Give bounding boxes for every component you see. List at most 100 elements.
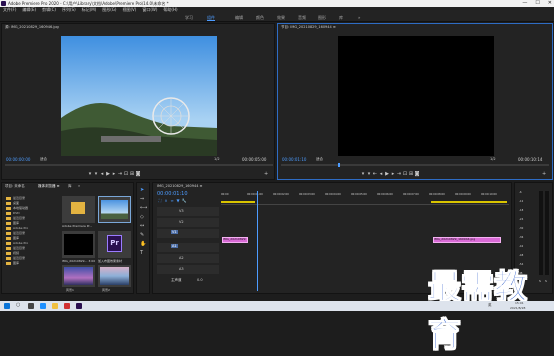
folder-icon [6,196,11,200]
program-resolution-select[interactable]: 1/2 [490,157,496,161]
media-tile[interactable] [98,265,131,287]
track-select-tool-icon[interactable]: ⇒ [140,196,144,202]
media-tile[interactable] [62,265,95,287]
meter-label: -18 [519,209,524,212]
folder-icon [6,206,11,210]
source-duration: 00:00:05:00 [242,157,267,162]
source-timeline-bar[interactable] [5,164,273,166]
workspace-more-button[interactable]: » [358,13,360,22]
source-resolution-select[interactable]: 1/2 [214,157,220,161]
track-header-v1[interactable]: V1 [157,229,219,238]
timeline-tools: ⛶ ∩ ∞ ▼ 🔧 [157,198,187,203]
tree-item[interactable]: 图库 [6,261,60,266]
timeline-timecode[interactable]: 00:00:01:10 [157,191,188,197]
track-header-v2[interactable]: V2 [157,218,219,227]
timeline-playhead[interactable] [257,191,258,291]
libraries-tab[interactable]: 库 [68,184,72,189]
clock-date[interactable]: 2021/8/28 [510,306,525,310]
video-clip[interactable]: IMG_20210829_160944.jpg [433,237,501,243]
edge-browser-icon[interactable] [40,303,46,309]
thumbnail-image [101,200,128,219]
selection-tool-icon[interactable]: ➤ [140,187,144,193]
track-header-a3[interactable]: A3 [157,265,219,274]
export-frame-icon[interactable]: ◙ [414,171,420,177]
timeline-settings-icon[interactable]: 🔧 [181,198,187,203]
clock-time[interactable]: 15:01 [515,301,524,305]
media-tile-label: 加入布图效果素材 [98,259,123,263]
media-tile[interactable] [62,196,95,223]
meter-label: -6 [519,191,522,194]
minimize-button[interactable]: — [522,0,527,7]
master-track-value[interactable]: 0.0 [197,278,203,282]
folder-icon [71,202,85,214]
premiere-file-icon: Pr [107,235,122,252]
program-transport-controls: ▾ ▾ ⇤ ◂ ▶ ▸ ⇥ ⊡ ⊞◙ [360,171,420,177]
sequence-tab[interactable]: IMG_20210829_160944 ≡ [157,184,203,188]
ruler-label: 00:00:08:00 [429,193,445,196]
ruler-label: 00:00:01:00 [247,193,263,196]
track-header-v3[interactable]: V3 [157,207,219,216]
program-monitor-tab[interactable]: 节目: IMG_20210829_160944 ≡ [281,25,336,30]
pen-tool-icon[interactable]: ✎ [140,232,144,238]
input-language[interactable]: 英 [488,303,492,308]
media-tile[interactable]: Pr [98,231,131,258]
meter-label: -30 [519,227,524,230]
type-tool-icon[interactable]: T [140,250,143,256]
source-add-button[interactable]: + [264,171,268,177]
time-ruler[interactable]: 00:00 00:00:01:00 00:00:02:00 00:00:03:0… [221,191,509,205]
track-headers: V3 V2 V1 A1 A2 A3 主声道 0.0 [157,207,219,291]
folder-icon [6,256,11,260]
hand-tool-icon[interactable]: ✋ [140,241,146,247]
search-icon[interactable]: ○ [16,302,20,308]
windows-start-icon[interactable] [4,303,10,309]
source-transport-controls: ▾ ▾ ◂ ▶ ▸ ⇥ ⊡ ⊞◙ [87,171,141,177]
folder-icon [6,221,11,225]
workspace-tab-libraries[interactable]: 库 [339,13,343,22]
workspace-tab-graphics[interactable]: 图形 [318,13,326,22]
source-fit-select[interactable]: 适合 [40,157,47,162]
workspace-tab-color[interactable]: 颜色 [256,13,264,22]
ruler-label: 00:00:03:00 [299,193,315,196]
media-tile-selected[interactable] [98,196,131,223]
workspace-tab-assembly[interactable]: 组件 [207,13,215,21]
folder-icon [6,231,11,235]
video-clip[interactable]: IMG_20210829 [222,237,248,243]
project-tab[interactable]: 项目: 未命名 [5,184,25,189]
slip-tool-icon[interactable]: ↔ [140,223,144,229]
source-monitor-tab[interactable]: 源: IMG_20210829_160946.jpg [5,25,59,30]
track-header-a2[interactable]: A2 [157,254,219,263]
source-timecode[interactable]: 00:00:00:00 [6,157,30,162]
export-frame-icon[interactable]: ◙ [135,171,141,177]
program-fit-select[interactable]: 适合 [316,157,323,162]
program-video-frame[interactable] [338,36,494,156]
source-video-frame[interactable] [61,36,217,156]
workspace-tab-audio[interactable]: 音频 [298,13,306,22]
workspace-tab-editing[interactable]: 编辑 [235,13,243,22]
workspace-tab-learn[interactable]: 学习 [185,13,193,22]
program-add-button[interactable]: + [542,171,546,177]
premiere-taskbar-icon[interactable] [76,303,82,309]
ruler-label: 00:00:07:00 [403,193,419,196]
program-timeline-bar[interactable] [281,164,549,166]
close-button[interactable]: ✕ [548,0,552,7]
taskbar: ○ 英 15:01 2021/8/28 [0,301,554,311]
program-timecode[interactable]: 00:00:01:10 [282,157,306,162]
media-tile-label: IMG_20210829... 3:00 [62,259,96,263]
track-header-a1[interactable]: A1 [157,243,219,252]
folder-icon [6,226,11,230]
razor-tool-icon[interactable]: ◇ [140,214,144,220]
ripple-edit-tool-icon[interactable]: ⟷ [140,205,147,211]
program-playhead[interactable] [338,163,340,167]
media-tile[interactable] [62,231,95,258]
work-area-bar[interactable] [221,201,255,203]
task-view-icon[interactable] [28,303,34,309]
workspace-tab-effects[interactable]: 效果 [277,13,285,22]
maximize-button[interactable]: ☐ [535,0,539,7]
premiere-logo-icon [1,1,6,6]
app-icon[interactable] [64,303,70,309]
folder-icon [6,241,11,245]
file-explorer-icon[interactable] [52,303,58,309]
more-tabs-button[interactable]: » [78,184,80,188]
media-browser-tab[interactable]: 媒体浏览器 ≡ [38,184,60,189]
work-area-bar[interactable] [431,201,507,203]
